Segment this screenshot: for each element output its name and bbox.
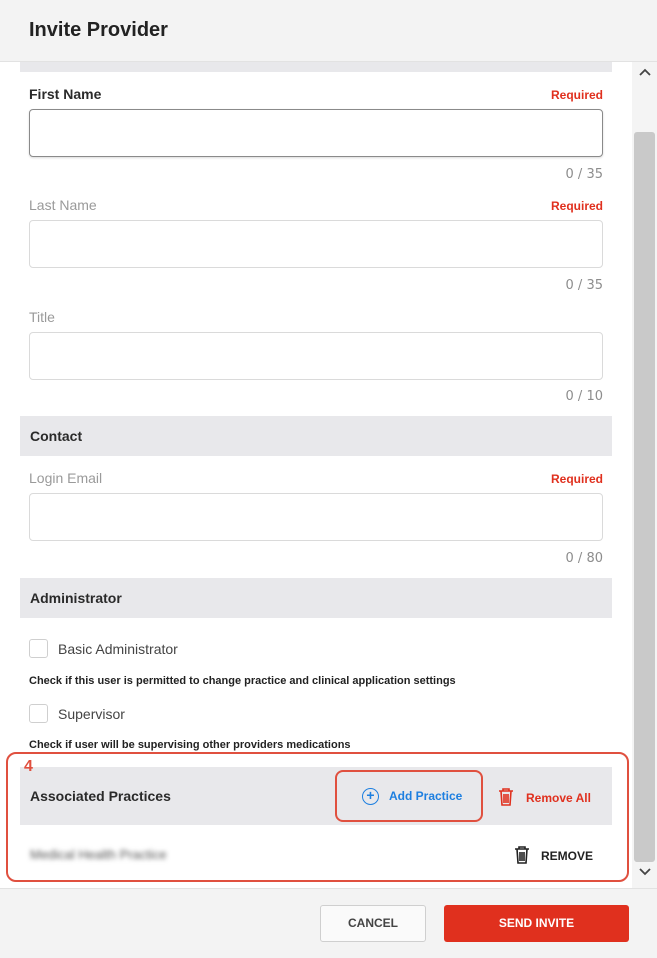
administrator-section-title: Administrator [30,590,122,606]
supervisor-label: Supervisor [58,706,125,722]
dialog-header: Invite Provider [0,0,657,62]
dialog-footer: CANCEL SEND INVITE [0,888,657,958]
supervisor-help: Check if user will be supervising other … [29,739,351,751]
first-name-counter: 0 / 35 [565,167,603,182]
section-band-top [20,62,612,72]
administrator-section-header: Administrator [20,578,612,618]
chevron-down-icon[interactable] [636,866,653,882]
dialog-title: Invite Provider [29,19,168,41]
last-name-label: Last Name [29,197,97,213]
dialog-content: First Name Required 0 / 35 Last Name Req… [0,62,632,888]
invite-provider-dialog: Invite Provider First Name Required 0 / … [0,0,657,958]
basic-administrator-help: Check if this user is permitted to chang… [29,675,456,687]
scrollbar[interactable] [632,62,657,888]
last-name-counter: 0 / 35 [565,278,603,293]
login-email-label: Login Email [29,470,103,486]
last-name-required: Required [550,199,603,213]
annotation-number: 4 [24,758,33,775]
login-email-input[interactable] [29,493,603,541]
title-counter: 0 / 10 [565,389,603,404]
login-email-required: Required [550,472,603,486]
cancel-button[interactable]: CANCEL [320,905,426,942]
first-name-input[interactable] [29,109,603,157]
last-name-input[interactable] [29,220,603,268]
basic-administrator-checkbox[interactable] [29,639,48,658]
title-label: Title [29,309,55,325]
annotation-highlight-box [6,752,629,882]
contact-section-header: Contact [20,416,612,456]
contact-section-title: Contact [30,428,83,444]
chevron-up-icon[interactable] [636,66,653,82]
supervisor-checkbox[interactable] [29,704,48,723]
send-invite-button[interactable]: SEND INVITE [444,905,629,942]
first-name-label: First Name [29,86,102,102]
login-email-counter: 0 / 80 [565,551,603,566]
scroll-thumb[interactable] [634,132,655,862]
first-name-required: Required [550,88,603,102]
basic-administrator-label: Basic Administrator [58,641,178,657]
title-input[interactable] [29,332,603,380]
